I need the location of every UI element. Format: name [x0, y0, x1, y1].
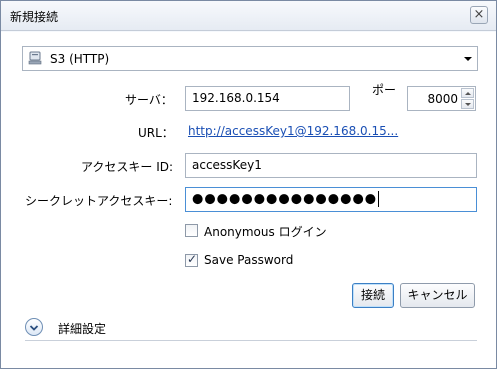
- chevron-down-icon: [29, 325, 39, 331]
- arrow-up-icon: [465, 92, 471, 95]
- server-input[interactable]: 192.168.0.154: [185, 86, 350, 111]
- checkmark-icon: ✓: [187, 252, 198, 266]
- details-toggle-button[interactable]: [25, 318, 43, 336]
- save-password-label: Save Password: [204, 253, 294, 267]
- chevron-down-icon: [464, 57, 472, 61]
- title-bar: 新規接続 ×: [1, 1, 496, 31]
- port-decrement-button[interactable]: [461, 99, 474, 109]
- secret-key-input[interactable]: ●●●●●●●●●●●●●●●: [185, 187, 477, 212]
- stepper-buttons: [461, 88, 474, 109]
- dialog-content: S3 (HTTP) サーバ： 192.168.0.154 ポー 8000 URL…: [1, 32, 496, 368]
- anonymous-login-checkbox[interactable]: Anonymous ログイン: [185, 223, 365, 239]
- access-key-input[interactable]: accessKey1: [185, 153, 477, 178]
- server-label: サーバ：: [125, 93, 173, 107]
- protocol-dropdown[interactable]: S3 (HTTP): [22, 46, 478, 71]
- divider: [25, 340, 477, 341]
- text-caret: [378, 191, 380, 207]
- port-label: ポー: [372, 83, 397, 97]
- protocol-selected-value: S3 (HTTP): [50, 52, 110, 66]
- connect-button[interactable]: 接続: [352, 283, 394, 308]
- secret-key-label: シークレットアクセスキー:: [25, 194, 173, 208]
- secret-key-value: ●●●●●●●●●●●●●●●: [192, 191, 378, 207]
- save-password-checkbox-box[interactable]: ✓: [185, 252, 198, 267]
- arrow-down-icon: [465, 103, 471, 106]
- access-key-label: アクセスキー ID:: [81, 160, 174, 174]
- port-increment-button[interactable]: [461, 88, 474, 98]
- close-button[interactable]: ×: [470, 6, 488, 24]
- port-stepper[interactable]: 8000: [407, 86, 476, 111]
- save-password-checkbox[interactable]: ✓ Save Password: [185, 252, 365, 269]
- anonymous-login-label: Anonymous ログイン: [204, 225, 327, 239]
- anonymous-checkbox-box[interactable]: [185, 224, 198, 237]
- new-connection-dialog: 新規接続 × S3 (HTTP) サーバ： 192.168.0.154 ポー 8…: [0, 0, 497, 369]
- cancel-button[interactable]: キャンセル: [400, 283, 475, 308]
- url-link[interactable]: http://accessKey1@192.168.0.15...: [188, 124, 398, 138]
- url-label: URL：: [138, 126, 174, 140]
- window-title: 新規接続: [10, 10, 59, 24]
- details-label[interactable]: 詳細設定: [58, 320, 106, 337]
- server-icon: [28, 51, 42, 65]
- port-value: 8000: [427, 92, 458, 106]
